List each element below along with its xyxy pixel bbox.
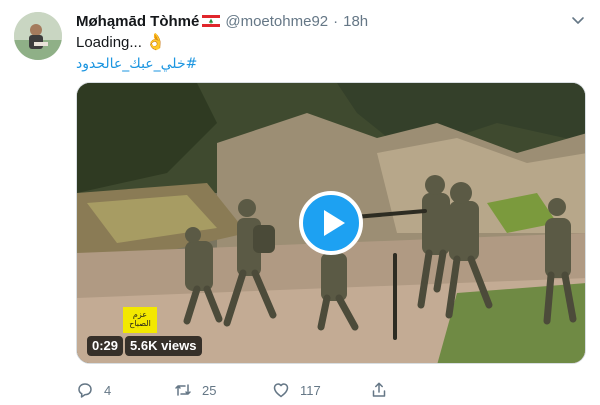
separator-dot: · [333,12,339,30]
reply-icon [78,383,92,398]
reply-button[interactable]: 4 [76,381,111,399]
tweet-text: Loading... 👌 [76,33,166,53]
handle[interactable]: @moetohme92 [225,13,328,30]
watermark-line: الصباح [129,319,151,328]
reply-count: 4 [104,382,112,398]
hashtag-link[interactable]: #خلي_عبك_عالحدود [76,54,197,74]
watermark-line: عزم [132,310,148,319]
like-button[interactable]: 117 [272,381,321,399]
retweet-button[interactable]: 25 [174,381,216,399]
retweet-icon [175,384,191,396]
like-count: 117 [300,382,321,398]
play-button[interactable] [299,191,363,255]
chevron-down-icon[interactable] [570,12,586,28]
display-name[interactable]: Møhąmād Tòhmé [76,13,199,30]
channel-watermark: عزم الصباح [123,307,157,333]
tweet-card[interactable]: Møhąmād Tòhmé @moetohme92 · 18h Loading.… [0,0,600,405]
lebanon-flag-icon [202,15,221,27]
avatar[interactable] [14,12,62,60]
tweet-header: Møhąmād Tòhmé @moetohme92 · 18h [76,11,368,31]
play-icon [323,210,345,236]
share-icon [372,382,386,397]
heart-icon [273,383,289,398]
timestamp[interactable]: 18h [343,13,368,30]
video-duration: 0:29 [87,336,124,356]
retweet-count: 25 [202,382,217,398]
share-button[interactable] [370,381,388,399]
tweet-text-line: Loading... [76,34,142,51]
ok-hand-emoji: 👌 [145,34,166,51]
video-player[interactable]: عزم الصباح 0:29 5.6K views [76,82,586,364]
view-count: 5.6K views [125,336,202,356]
